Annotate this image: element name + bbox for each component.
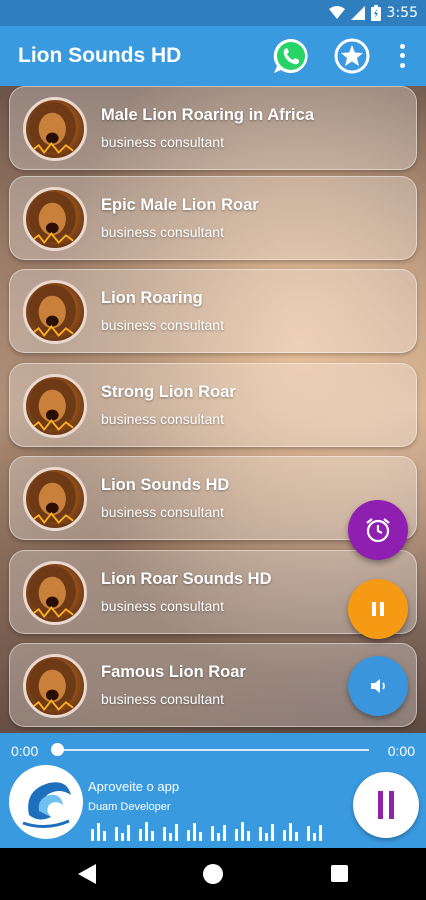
lion-thumbnail [23,561,87,625]
sound-title: Lion Roar Sounds HD [101,570,272,588]
lion-thumbnail [23,467,87,531]
sound-title: Epic Male Lion Roar [101,196,259,214]
sound-subtitle: business consultant [101,224,224,240]
status-bar: 3:55 [0,0,426,26]
home-icon[interactable] [203,864,223,884]
status-time: 3:55 [386,5,418,21]
sound-card[interactable]: Strong Lion Roar business consultant [9,363,417,447]
sound-title: Strong Lion Roar [101,383,236,401]
recents-icon[interactable] [331,865,348,882]
star-icon[interactable] [333,37,371,75]
total-time: 0:00 [387,743,415,759]
status-icons: 3:55 [328,4,418,22]
battery-icon [370,5,381,21]
lion-thumbnail [23,187,87,251]
play-pause-button[interactable] [353,772,419,838]
sound-card[interactable]: Epic Male Lion Roar business consultant [9,176,417,260]
sound-subtitle: business consultant [101,691,224,707]
volume-icon [371,679,385,693]
lion-thumbnail [23,654,87,718]
audio-player: 0:00 0:00 Aproveite o app Duam Developer [0,733,426,848]
pause-icon [372,602,384,616]
app-title: Lion Sounds HD [18,44,182,67]
sound-card[interactable]: Lion Roaring business consultant [9,269,417,353]
sound-title: Famous Lion Roar [101,663,246,681]
signal-icon [350,6,365,20]
sound-card[interactable]: Male Lion Roaring in Africa business con… [9,86,417,170]
lion-thumbnail [23,97,87,161]
pause-icon [378,791,383,819]
alarm-icon [366,518,390,543]
more-vert-icon[interactable] [392,42,412,70]
whatsapp-icon[interactable] [272,37,310,75]
sound-subtitle: business consultant [101,411,224,427]
sound-subtitle: business consultant [101,134,224,150]
player-artist: Duam Developer [88,801,171,813]
sound-list: Male Lion Roaring in Africa business con… [0,86,426,733]
sound-title: Lion Roaring [101,289,203,307]
developer-logo [9,765,83,839]
system-nav-bar [0,848,426,900]
sound-subtitle: business consultant [101,504,224,520]
player-title: Aproveite o app [88,779,180,794]
alarm-button[interactable] [348,500,408,560]
sound-title: Lion Sounds HD [101,476,230,494]
back-icon[interactable] [78,864,96,884]
current-time: 0:00 [11,743,39,759]
app-bar: Lion Sounds HD [0,26,426,86]
equalizer-icon [91,822,322,841]
seek-bar[interactable] [57,749,369,751]
pause-fab-button[interactable] [348,579,408,639]
seek-thumb[interactable] [51,743,64,756]
sound-title: Male Lion Roaring in Africa [101,106,314,124]
lion-thumbnail [23,280,87,344]
sound-subtitle: business consultant [101,317,224,333]
sound-subtitle: business consultant [101,598,224,614]
volume-button[interactable] [348,656,408,716]
lion-thumbnail [23,374,87,438]
wifi-icon [328,6,345,19]
